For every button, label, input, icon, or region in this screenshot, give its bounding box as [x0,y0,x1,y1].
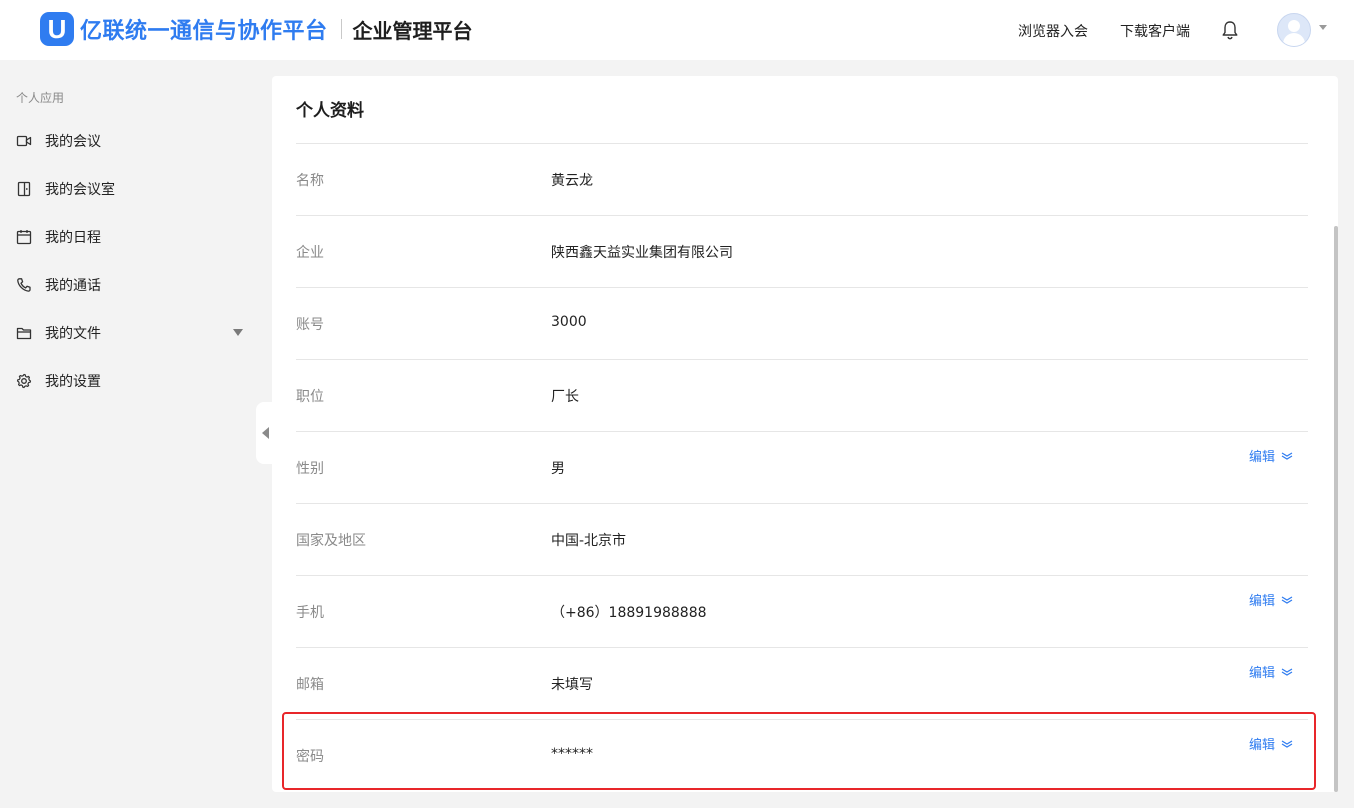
video-camera-icon [16,135,32,147]
brand-logo[interactable]: U 亿联统一通信与协作平台 企业管理平台 [40,12,473,46]
brand-mark-icon: U [40,12,74,46]
edit-gender-button[interactable]: 编辑 [1249,446,1293,465]
field-label: 职位 [296,389,324,405]
sidebar-item-my-settings[interactable]: 我的设置 [0,357,256,405]
meeting-room-door-icon [17,181,31,197]
field-value: （+86）18891988888 [551,605,707,621]
scrollbar-thumb[interactable] [1334,226,1338,792]
chevron-down-icon[interactable] [1319,25,1327,30]
double-chevron-down-icon [1281,667,1293,676]
field-label: 手机 [296,605,324,621]
profile-row-name: 名称 黄云龙 [296,144,1308,216]
edit-email-button[interactable]: 编辑 [1249,662,1293,681]
bell-icon[interactable] [1221,20,1239,40]
top-header: U 亿联统一通信与协作平台 企业管理平台 浏览器入会 下载客户端 [0,0,1354,60]
field-label: 性别 [296,461,324,477]
phone-icon [17,278,31,292]
profile-row-email: 邮箱 未填写 编辑 [296,648,1308,720]
sidebar-item-label: 我的会议 [45,134,101,150]
brand-divider [340,19,342,39]
profile-row-position: 职位 厂长 [296,360,1308,432]
field-value: 陕西鑫天益实业集团有限公司 [551,245,733,261]
sidebar-section-title: 个人应用 [16,91,65,105]
field-value: 厂长 [551,389,579,405]
edit-label: 编辑 [1249,594,1276,609]
avatar-head [1288,20,1300,32]
sidebar-item-label: 我的文件 [45,326,101,342]
double-chevron-down-icon [1281,595,1293,604]
field-value: 未填写 [551,677,593,693]
sidebar-item-label: 我的会议室 [45,182,115,198]
profile-row-phone: 手机 （+86）18891988888 编辑 [296,576,1308,648]
edit-phone-button[interactable]: 编辑 [1249,590,1293,609]
password-row-highlight [282,712,1316,790]
sidebar-collapse-toggle[interactable] [256,402,272,464]
chevron-left-icon [262,427,269,439]
platform-name: 企业管理平台 [352,18,473,43]
sidebar-item-my-meeting-rooms[interactable]: 我的会议室 [0,165,256,213]
sidebar-item-label: 我的设置 [45,374,101,390]
field-value: 中国-北京市 [551,533,627,549]
calendar-icon [16,230,32,245]
profile-row-company: 企业 陕西鑫天益实业集团有限公司 [296,216,1308,288]
join-via-browser-link[interactable]: 浏览器入会 [1018,21,1088,41]
chevron-down-icon[interactable] [233,329,243,336]
profile-panel: 个人资料 名称 黄云龙 企业 陕西鑫天益实业集团有限公司 账号 3000 职位 … [272,76,1338,792]
field-value: 3000 [551,314,587,330]
sidebar-item-label: 我的日程 [45,230,101,246]
double-chevron-down-icon [1281,451,1293,460]
brand-name: 亿联统一通信与协作平台 [80,19,328,44]
page-title: 个人资料 [296,101,364,121]
field-label: 账号 [296,317,324,333]
folder-icon [16,327,32,340]
sidebar-item-label: 我的通话 [45,278,101,294]
avatar-body [1283,33,1305,46]
profile-row-account: 账号 3000 [296,288,1308,360]
sidebar-item-my-meetings[interactable]: 我的会议 [0,117,256,165]
sidebar-item-my-schedule[interactable]: 我的日程 [0,213,256,261]
profile-row-gender: 性别 男 编辑 [296,432,1308,504]
edit-label: 编辑 [1249,450,1276,465]
profile-row-region: 国家及地区 中国-北京市 [296,504,1308,576]
field-value: 黄云龙 [551,173,593,189]
sidebar-item-my-files[interactable]: 我的文件 [0,309,256,357]
sidebar: 个人应用 我的会议 我的会议室 我的日程 我的通话 我的文件 我的设置 [0,60,256,808]
field-label: 国家及地区 [296,533,366,549]
edit-label: 编辑 [1249,666,1276,681]
sidebar-item-my-calls[interactable]: 我的通话 [0,261,256,309]
field-value: 男 [551,461,565,477]
field-label: 名称 [296,173,324,189]
gear-icon [16,373,32,389]
field-label: 邮箱 [296,677,324,693]
download-client-link[interactable]: 下载客户端 [1120,21,1190,41]
user-avatar[interactable] [1277,13,1311,47]
field-label: 企业 [296,245,324,261]
